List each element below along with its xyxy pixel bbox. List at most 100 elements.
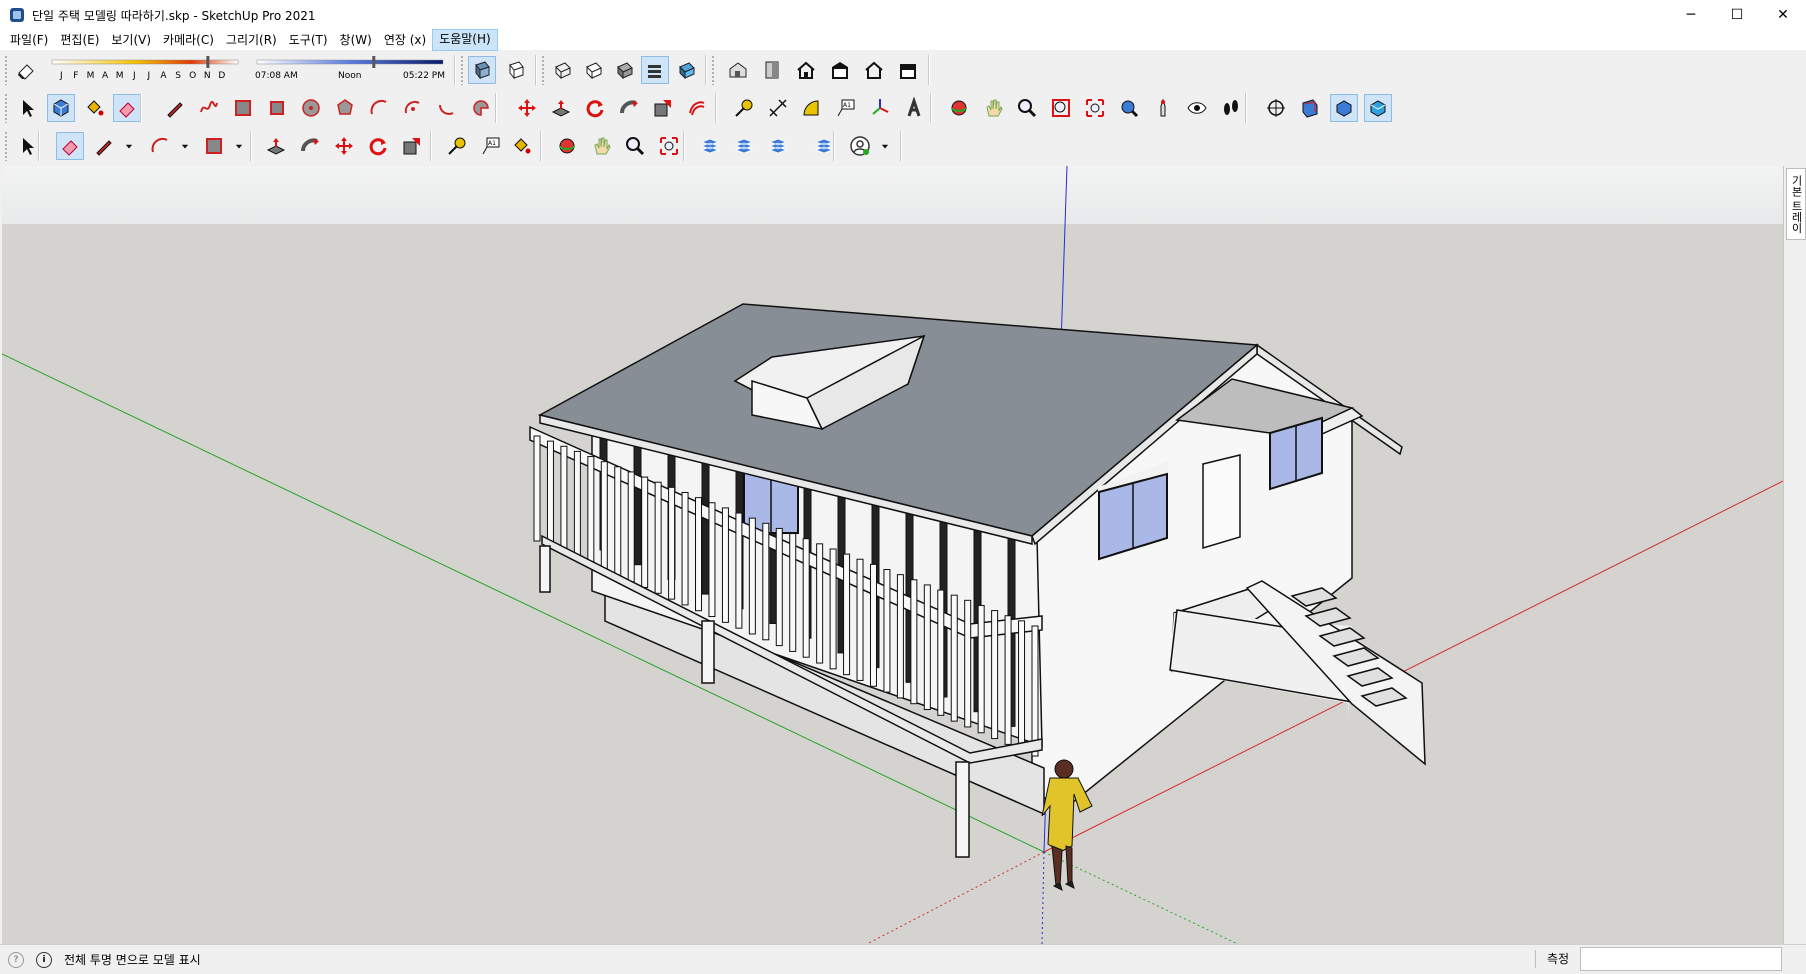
move-icon[interactable] <box>330 132 358 160</box>
dropdown-icon[interactable] <box>178 132 192 160</box>
toolbar-grip[interactable] <box>541 55 545 85</box>
toolbar-grip[interactable] <box>4 93 8 123</box>
text-icon[interactable]: A1 <box>477 132 505 160</box>
scale-icon[interactable] <box>398 132 426 160</box>
dropdown-icon[interactable] <box>232 132 246 160</box>
eraser-icon[interactable] <box>12 56 40 84</box>
zoom-extents-icon[interactable] <box>655 132 683 160</box>
circle-icon[interactable] <box>297 94 325 122</box>
monochrome-style-icon[interactable] <box>673 56 701 84</box>
orbit-icon[interactable] <box>945 94 973 122</box>
toolbar-grip[interactable] <box>711 55 715 85</box>
select-icon[interactable] <box>14 94 42 122</box>
zoom-icon[interactable] <box>1013 94 1041 122</box>
display-section-cuts-icon[interactable] <box>1330 94 1358 122</box>
sandbox-icon[interactable] <box>764 132 792 160</box>
polygon-icon[interactable] <box>331 94 359 122</box>
left-view-icon[interactable] <box>894 56 922 84</box>
paint-bucket-icon[interactable] <box>507 132 535 160</box>
back-edges-style-icon[interactable] <box>502 56 530 84</box>
toolbar-grip[interactable] <box>460 55 464 85</box>
push-pull-icon[interactable] <box>262 132 290 160</box>
maximize-button[interactable]: ☐ <box>1714 0 1760 30</box>
previous-view-icon[interactable] <box>1115 94 1143 122</box>
pencil-icon[interactable] <box>161 94 189 122</box>
arc-icon[interactable] <box>365 94 393 122</box>
sandbox-icon[interactable] <box>696 132 724 160</box>
paint-bucket-icon[interactable] <box>80 94 108 122</box>
right-view-icon[interactable] <box>826 56 854 84</box>
info-icon[interactable]: i <box>36 951 52 968</box>
house-model[interactable] <box>529 303 1426 858</box>
3d-text-icon[interactable] <box>900 94 928 122</box>
zoom-window-icon[interactable] <box>1047 94 1075 122</box>
menu-window[interactable]: 창(W) <box>334 30 378 50</box>
look-around-icon[interactable] <box>1183 94 1211 122</box>
menu-file[interactable]: 파일(F) <box>4 30 54 50</box>
shaded-style-icon[interactable] <box>611 56 639 84</box>
menu-camera[interactable]: 카메라(C) <box>157 30 220 50</box>
display-section-planes-icon[interactable] <box>1296 94 1324 122</box>
text-icon[interactable]: A1 <box>832 94 860 122</box>
tape-measure-icon[interactable] <box>443 132 471 160</box>
dropdown-icon[interactable] <box>878 132 892 160</box>
orbit-icon[interactable] <box>553 132 581 160</box>
section-plane-icon[interactable] <box>1262 94 1290 122</box>
menu-extensions[interactable]: 연장 (x) <box>378 30 432 50</box>
follow-me-icon[interactable] <box>615 94 643 122</box>
menu-tools[interactable]: 도구(T) <box>283 30 334 50</box>
measurements-input[interactable] <box>1580 947 1782 971</box>
push-pull-icon[interactable] <box>547 94 575 122</box>
pencil-icon[interactable] <box>90 132 118 160</box>
pie-icon[interactable] <box>467 94 495 122</box>
offset-icon[interactable] <box>683 94 711 122</box>
sandbox-icon[interactable] <box>730 132 758 160</box>
front-view-icon[interactable] <box>792 56 820 84</box>
dimension-icon[interactable] <box>764 94 792 122</box>
arc-icon[interactable] <box>146 132 174 160</box>
geo-location-icon[interactable]: ? <box>8 951 24 968</box>
scale-icon[interactable] <box>649 94 677 122</box>
xray-style-icon[interactable] <box>468 56 496 84</box>
axes-icon[interactable] <box>866 94 894 122</box>
zoom-extents-icon[interactable] <box>1081 94 1109 122</box>
follow-me-icon[interactable] <box>296 132 324 160</box>
move-icon[interactable] <box>513 94 541 122</box>
hidden-line-style-icon[interactable] <box>580 56 608 84</box>
tape-measure-icon[interactable] <box>730 94 758 122</box>
rectangle-icon[interactable] <box>200 132 228 160</box>
rotated-rectangle-icon[interactable] <box>263 94 291 122</box>
minimize-button[interactable]: ─ <box>1668 0 1714 30</box>
wireframe-style-icon[interactable] <box>549 56 577 84</box>
menu-view[interactable]: 보기(V) <box>105 30 157 50</box>
rectangle-icon[interactable] <box>229 94 257 122</box>
date-slider-track[interactable] <box>50 55 240 69</box>
rotate-icon[interactable] <box>364 132 392 160</box>
top-view-icon[interactable] <box>758 56 786 84</box>
time-slider-track[interactable] <box>255 55 445 69</box>
display-section-fill-icon[interactable] <box>1364 94 1392 122</box>
back-view-icon[interactable] <box>860 56 888 84</box>
arc3-icon[interactable] <box>433 94 461 122</box>
toolbar-grip[interactable] <box>4 55 8 85</box>
toolbar-grip[interactable] <box>4 131 8 161</box>
menu-edit[interactable]: 편집(E) <box>54 30 105 50</box>
eraser-icon[interactable] <box>113 94 141 122</box>
iso-view-icon[interactable] <box>724 56 752 84</box>
freehand-icon[interactable] <box>195 94 223 122</box>
pan-icon[interactable] <box>587 132 615 160</box>
pan-icon[interactable] <box>979 94 1007 122</box>
position-camera-icon[interactable] <box>1149 94 1177 122</box>
protractor-icon[interactable] <box>798 94 826 122</box>
shadow-time-slider[interactable]: 07:08 AM Noon 05:22 PM <box>255 55 445 85</box>
account-icon[interactable] <box>846 132 874 160</box>
menu-draw[interactable]: 그리기(R) <box>220 30 283 50</box>
zoom-icon[interactable] <box>621 132 649 160</box>
shadow-date-slider[interactable]: JFMAMJJASOND <box>50 55 240 85</box>
model-viewport[interactable] <box>2 166 1783 944</box>
shaded-textures-style-icon[interactable] <box>641 56 669 84</box>
arc2-icon[interactable] <box>399 94 427 122</box>
default-tray-tab[interactable]: 기본 트레이 <box>1786 168 1806 240</box>
rotate-icon[interactable] <box>581 94 609 122</box>
close-button[interactable]: ✕ <box>1760 0 1806 30</box>
